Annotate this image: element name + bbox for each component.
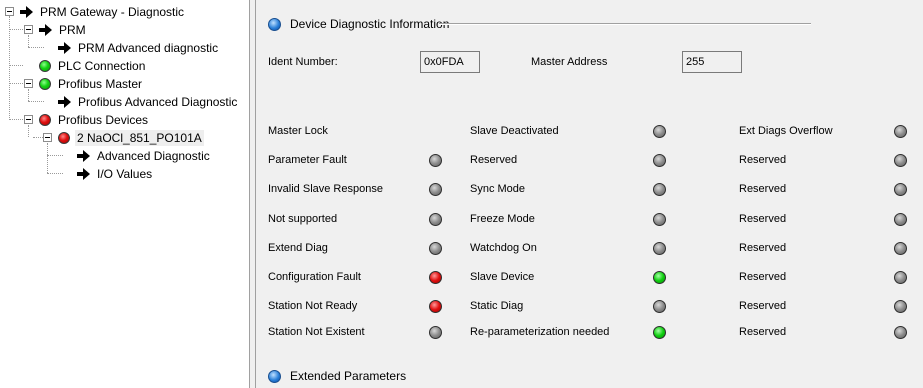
diag-flag-label: Reserved (739, 154, 787, 166)
diag-flag-label: Reserved (739, 242, 787, 254)
diag-flag-label: Station Not Ready (268, 300, 358, 312)
tree-item-label: 2 NaOCl_851_PO101A (75, 130, 204, 146)
extended-parameters-header[interactable]: Extended Parameters (268, 369, 406, 383)
diag-flag-label: Station Not Existent (268, 326, 365, 338)
diag-flag-label: Slave Deactivated (470, 125, 559, 137)
tree-item-label: Profibus Advanced Diagnostic (78, 95, 238, 109)
diag-flag-label: Master Lock (268, 125, 328, 137)
status-led-icon (894, 242, 907, 255)
arrow-icon (77, 150, 90, 162)
tree-root[interactable]: PRM Gateway - Diagnostic (20, 3, 186, 21)
status-led-icon (894, 271, 907, 284)
tree-item-profibus-master[interactable]: Profibus Master (39, 75, 144, 93)
tree-item-label: Profibus Master (58, 77, 143, 91)
status-dot-icon (39, 60, 51, 72)
diag-flag-label: Reserved (470, 154, 518, 166)
tree-item-io-values[interactable]: I/O Values (77, 165, 154, 183)
diag-flag-label: Extend Diag (268, 242, 328, 254)
tree-item-prm-advanced-diagnostic[interactable]: PRM Advanced diagnostic (58, 39, 220, 57)
status-led-icon (429, 271, 442, 284)
diag-flag-label: Reserved (739, 271, 787, 283)
arrow-icon (58, 96, 71, 108)
diag-flag-label: Static Diag (470, 300, 524, 312)
diag-flag-label: Parameter Fault (268, 154, 347, 166)
status-led-icon (894, 154, 907, 167)
diag-flag-label: Reserved (739, 300, 787, 312)
status-led-icon (653, 271, 666, 284)
arrow-icon (77, 168, 90, 180)
collapse-bullet-icon[interactable] (268, 17, 281, 31)
status-led-icon (429, 213, 442, 226)
diag-flag-label: Slave Device (470, 271, 535, 283)
diag-flag-label: Reserved (739, 213, 787, 225)
master-address-field: 255 (682, 51, 742, 73)
tree-item-label: PLC Connection (58, 59, 146, 73)
device-info-header[interactable]: Device Diagnostic Information (268, 17, 449, 31)
status-led-icon (894, 183, 907, 196)
diag-flag-label: Not supported (268, 213, 338, 225)
status-led-icon (894, 300, 907, 313)
status-led-icon (429, 183, 442, 196)
status-led-icon (653, 213, 666, 226)
tree-item-label: I/O Values (97, 167, 153, 181)
status-dot-icon (39, 78, 51, 90)
tree-item-label: Profibus Devices (58, 113, 149, 127)
status-led-icon (653, 154, 666, 167)
panel-splitter[interactable] (249, 0, 256, 388)
arrow-icon (39, 24, 52, 36)
arrow-icon (58, 42, 71, 54)
diag-flag-label: Configuration Fault (268, 271, 361, 283)
diag-flag-label: Freeze Mode (470, 213, 535, 225)
status-led-icon (894, 125, 907, 138)
diag-flag-label: Ext Diags Overflow (739, 125, 833, 137)
tree-item-advanced-diagnostic[interactable]: Advanced Diagnostic (77, 147, 212, 165)
tree-item-plc-connection[interactable]: PLC Connection (39, 57, 147, 75)
tree-root-label: PRM Gateway - Diagnostic (40, 5, 185, 19)
diagnostic-panel: Device Diagnostic Information Ident Numb… (256, 0, 923, 388)
diag-flag-label: Sync Mode (470, 183, 526, 195)
expand-bullet-icon[interactable] (268, 369, 281, 383)
expand-toggle-profibus-devices[interactable] (24, 115, 33, 124)
tree-item-label: PRM (59, 23, 86, 37)
status-led-icon (653, 125, 666, 138)
section-divider (439, 23, 811, 25)
status-dot-icon (58, 132, 70, 144)
tree-item-device-naocl[interactable]: 2 NaOCl_851_PO101A (58, 129, 204, 147)
status-led-icon (653, 183, 666, 196)
tree-item-profibus-advanced-diagnostic[interactable]: Profibus Advanced Diagnostic (58, 93, 239, 111)
status-led-icon (429, 154, 442, 167)
diag-flag-label: Reserved (739, 326, 787, 338)
ident-number-label: Ident Number: (268, 56, 338, 68)
status-dot-icon (39, 114, 51, 126)
expand-toggle-root[interactable] (5, 7, 14, 16)
section-title: Extended Parameters (290, 369, 407, 383)
section-title: Device Diagnostic Information (290, 17, 450, 31)
status-led-icon (653, 300, 666, 313)
diag-flag-label: Reserved (739, 183, 787, 195)
status-led-icon (429, 242, 442, 255)
status-led-icon (429, 300, 442, 313)
diag-flag-label: Watchdog On (470, 242, 537, 254)
status-led-icon (894, 326, 907, 339)
navigation-tree: PRM Gateway - Diagnostic PRM PRM Advance… (0, 0, 249, 388)
tree-item-profibus-devices[interactable]: Profibus Devices (39, 111, 150, 129)
master-address-label: Master Address (531, 56, 608, 68)
tree-item-prm[interactable]: PRM (39, 21, 88, 39)
diag-flag-label: Re-parameterization needed (470, 326, 610, 338)
ident-number-field: 0x0FDA (420, 51, 480, 73)
status-led-icon (894, 213, 907, 226)
arrow-icon (20, 6, 33, 18)
expand-toggle-device[interactable] (43, 133, 52, 142)
status-led-icon (653, 326, 666, 339)
expand-toggle-profibus-master[interactable] (24, 79, 33, 88)
tree-item-label: Advanced Diagnostic (97, 149, 210, 163)
diag-flag-label: Invalid Slave Response (268, 183, 383, 195)
tree-item-label: PRM Advanced diagnostic (78, 41, 219, 55)
expand-toggle-prm[interactable] (24, 25, 33, 34)
status-led-icon (429, 326, 442, 339)
status-led-icon (653, 242, 666, 255)
